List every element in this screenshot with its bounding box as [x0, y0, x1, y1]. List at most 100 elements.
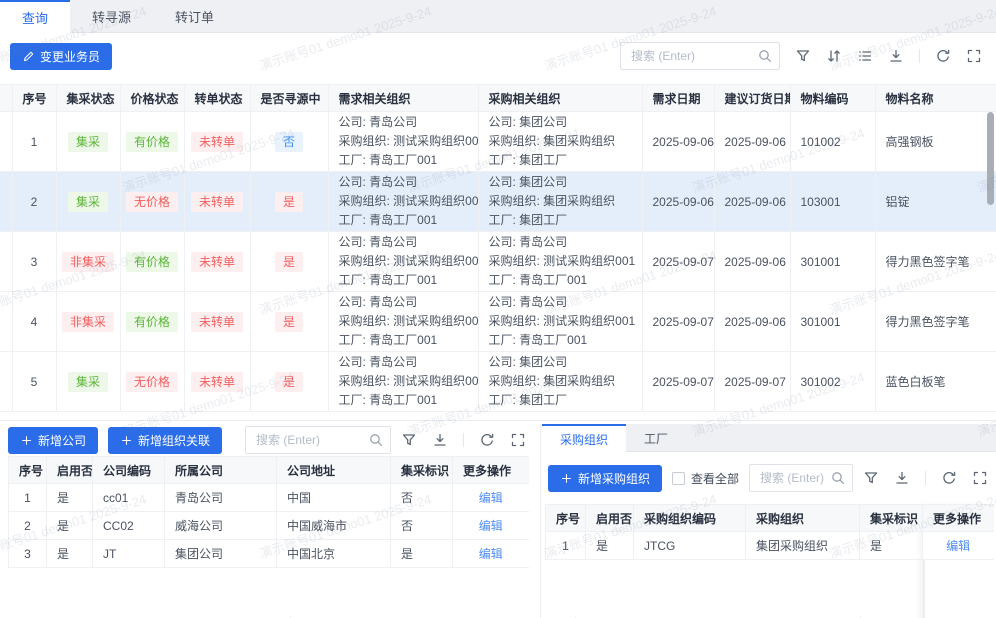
demand-date-cell: 2025-09-07: [642, 232, 714, 292]
company-toolbar: 新增公司 新增组织关联: [8, 426, 526, 454]
table-row[interactable]: 1 集采 有价格 未转单 否 公司: 青岛公司采购组织: 测试采购组织001工厂…: [0, 112, 996, 172]
org-purchase-org: 采购组织: 测试采购组织001: [339, 372, 468, 391]
search-icon[interactable]: [368, 432, 384, 448]
company-panel: 新增公司 新增组织关联 序号启用否公司编码所属公司公司地址集采标识更多操作 1 …: [0, 424, 541, 618]
status-badge: 非集采: [62, 312, 114, 332]
seq-cell: 1: [9, 484, 47, 512]
download-icon[interactable]: [894, 470, 910, 486]
company-name-cell: 集团公司: [165, 540, 277, 568]
org-company: 公司: 集团公司: [489, 173, 632, 192]
add-org-relation-button[interactable]: 新增组织关联: [108, 427, 222, 454]
fullscreen-icon[interactable]: [966, 48, 982, 64]
filter-icon[interactable]: [401, 432, 417, 448]
demand-table-wrap: 序号集采状态价格状态转单状态是否寻源中需求相关组织采购相关组织需求日期建议订货日…: [0, 84, 996, 421]
org-toolbar: 新增采购组织 查看全部: [548, 464, 988, 492]
table-row[interactable]: 1 是 cc01 青岛公司 中国 否 编辑: [9, 484, 529, 512]
column-header: 所属公司: [165, 457, 277, 484]
org-purchase-org: 采购组织: 测试采购组织001: [339, 132, 468, 151]
main-search: [620, 42, 780, 70]
filter-icon[interactable]: [795, 48, 811, 64]
more-actions-cell: 编辑: [453, 540, 529, 568]
change-salesman-button[interactable]: 变更业务员: [10, 43, 112, 70]
purchase-org-cell: 公司: 青岛公司采购组织: 测试采购组织001工厂: 青岛工厂001: [478, 232, 642, 292]
table-row[interactable]: 2 集采 无价格 未转单 是 公司: 青岛公司采购组织: 测试采购组织001工厂…: [0, 172, 996, 232]
org-table-wrap: 序号启用否采购组织编码采购组织集采标识更多操作 1 是 JTCG 集团采购组织 …: [542, 504, 996, 560]
org-purchase-org: 采购组织: 集团采购组织: [489, 192, 632, 211]
table-row[interactable]: 3 非集采 有价格 未转单 是 公司: 青岛公司采购组织: 测试采购组织001工…: [0, 232, 996, 292]
purchase-org-cell: 公司: 青岛公司采购组织: 测试采购组织001工厂: 青岛工厂001: [478, 292, 642, 352]
view-all-checkbox[interactable]: [672, 472, 685, 485]
company-name-cell: 青岛公司: [165, 484, 277, 512]
tab-purchase-org[interactable]: 采购组织: [542, 424, 626, 452]
column-header: 序号: [12, 85, 56, 112]
org-factory: 工厂: 青岛工厂001: [339, 271, 468, 290]
column-header: 更多操作: [923, 505, 994, 532]
demand-org-cell: 公司: 青岛公司采购组织: 测试采购组织001工厂: 青岛工厂001: [328, 292, 478, 352]
gutter-cell: [0, 232, 12, 292]
org-purchase-org: 采购组织: 测试采购组织001: [339, 252, 468, 271]
material-code-cell: 103001: [790, 172, 875, 232]
org-purchase-org: 采购组织: 集团采购组织: [489, 372, 632, 391]
org-factory: 工厂: 集团工厂: [489, 151, 632, 170]
column-header: 需求日期: [642, 85, 714, 112]
search-input[interactable]: [621, 43, 779, 69]
button-label: 新增组织关联: [138, 432, 210, 449]
tab-factory[interactable]: 工厂: [626, 424, 686, 452]
edit-link[interactable]: 编辑: [479, 547, 503, 561]
tab-to-sourcing[interactable]: 转寻源: [70, 0, 153, 33]
tab-label: 采购组织: [560, 431, 608, 448]
checkbox-label: 查看全部: [691, 470, 739, 487]
seq-cell: 1: [12, 112, 56, 172]
edit-link[interactable]: 编辑: [479, 491, 503, 505]
status-badge: 是: [275, 312, 303, 332]
fullscreen-icon[interactable]: [510, 432, 526, 448]
company-name-cell: 威海公司: [165, 512, 277, 540]
refresh-icon[interactable]: [935, 48, 951, 64]
add-company-button[interactable]: 新增公司: [8, 427, 98, 454]
download-icon[interactable]: [432, 432, 448, 448]
sort-icon[interactable]: [826, 48, 842, 64]
column-header: 公司编码: [93, 457, 165, 484]
vertical-scrollbar[interactable]: [987, 112, 994, 205]
status-badge: 否: [275, 132, 303, 152]
material-name-cell: 高强钢板: [875, 112, 996, 172]
header-row: 序号启用否采购组织编码采购组织集采标识更多操作: [546, 505, 994, 532]
edit-link[interactable]: 编辑: [946, 539, 970, 553]
tab-label: 转寻源: [92, 7, 131, 26]
refresh-icon[interactable]: [479, 432, 495, 448]
price-status-cell: 无价格: [120, 352, 184, 412]
table-row[interactable]: 1 是 JTCG 集团采购组织 是 编辑: [546, 532, 994, 560]
org-purchase-org: 采购组织: 测试采购组织001: [489, 312, 632, 331]
add-purchase-org-button[interactable]: 新增采购组织: [548, 465, 662, 492]
suggest-date-cell: 2025-09-07: [714, 352, 790, 412]
column-header: 更多操作: [453, 457, 529, 484]
org-factory: 工厂: 青岛工厂001: [339, 151, 468, 170]
fullscreen-icon[interactable]: [972, 470, 988, 486]
table-row[interactable]: 5 集采 无价格 未转单 是 公司: 青岛公司采购组织: 测试采购组织001工厂…: [0, 352, 996, 412]
org-search: [749, 464, 853, 492]
org-factory: 工厂: 青岛工厂001: [489, 331, 632, 350]
tab-query[interactable]: 查询: [0, 0, 70, 33]
demand-date-cell: 2025-09-06: [642, 172, 714, 232]
tab-to-order[interactable]: 转订单: [153, 0, 236, 33]
table-row[interactable]: 2 是 CC02 威海公司 中国威海市 否 编辑: [9, 512, 529, 540]
status-badge: 有价格: [126, 252, 178, 272]
status-badge: 未转单: [191, 132, 243, 152]
material-code-cell: 301002: [790, 352, 875, 412]
download-icon[interactable]: [888, 48, 904, 64]
filter-icon[interactable]: [863, 470, 879, 486]
column-header: 集采状态: [56, 85, 120, 112]
search-icon[interactable]: [830, 470, 846, 486]
price-status-cell: 有价格: [120, 232, 184, 292]
seq-cell: 4: [12, 292, 56, 352]
status-badge: 无价格: [126, 192, 178, 212]
refresh-icon[interactable]: [941, 470, 957, 486]
price-status-cell: 无价格: [120, 172, 184, 232]
column-settings-icon[interactable]: [857, 48, 873, 64]
demand-table: 序号集采状态价格状态转单状态是否寻源中需求相关组织采购相关组织需求日期建议订货日…: [0, 84, 996, 421]
search-icon[interactable]: [757, 48, 773, 64]
edit-link[interactable]: 编辑: [479, 519, 503, 533]
collect-status-cell: 非集采: [56, 292, 120, 352]
table-row[interactable]: 4 非集采 有价格 未转单 是 公司: 青岛公司采购组织: 测试采购组织001工…: [0, 292, 996, 352]
table-row[interactable]: 3 是 JT 集团公司 中国北京 是 编辑: [9, 540, 529, 568]
